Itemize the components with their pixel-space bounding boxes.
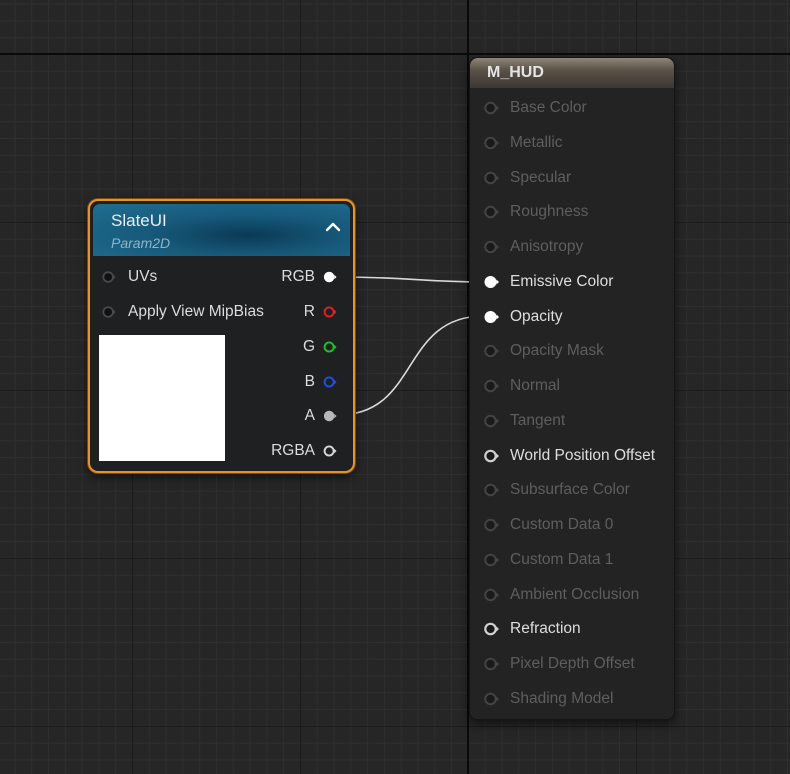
white-outline-pin-icon[interactable] (322, 444, 338, 458)
pin-label: Normal (510, 377, 560, 394)
output-pin-a[interactable]: A (230, 405, 338, 427)
m-hud-material-node[interactable]: M_HUD Base Color Metallic Specular Roughnes… (469, 57, 675, 720)
material-pin-normal[interactable]: Normal (483, 375, 668, 397)
pin-label: Shading Model (510, 689, 614, 707)
material-pin-pixel-depth-offset[interactable]: Pixel Depth Offset (483, 653, 668, 675)
material-pin-emissive-color[interactable]: Emissive Color (483, 271, 668, 293)
node-title: M_HUD (487, 64, 544, 81)
pin-label: RGB (281, 268, 315, 285)
texture-preview-thumbnail (99, 335, 225, 461)
disabled-pin-icon[interactable] (483, 413, 500, 429)
pin-label: Ambient Occlusion (510, 585, 640, 603)
connected-pin-icon[interactable] (322, 270, 338, 284)
disabled-pin-icon[interactable] (483, 656, 500, 672)
blue-pin-icon[interactable] (322, 375, 338, 389)
disabled-pin-icon[interactable] (483, 587, 500, 603)
empty-pin-icon[interactable] (483, 621, 500, 637)
connected-pin-icon[interactable] (483, 309, 500, 325)
m-hud-node-header[interactable]: M_HUD (470, 58, 674, 88)
pin-label: Refraction (510, 620, 581, 638)
pin-label: RGBA (271, 442, 315, 459)
material-pin-custom-data-1[interactable]: Custom Data 1 (483, 549, 668, 571)
pin-label: Subsurface Color (510, 481, 630, 499)
empty-pin-icon[interactable] (483, 448, 500, 464)
disabled-pin-icon[interactable] (483, 239, 500, 255)
material-pin-world-position-offset[interactable]: World Position Offset (483, 445, 668, 467)
disabled-pin-icon[interactable] (483, 378, 500, 394)
disabled-pin-icon[interactable] (483, 135, 500, 151)
empty-pin-icon[interactable] (102, 270, 116, 284)
material-pin-tangent[interactable]: Tangent (483, 410, 668, 432)
material-pin-custom-data-0[interactable]: Custom Data 0 (483, 514, 668, 536)
slate-ui-node-header[interactable]: SlateUI Param2D (93, 204, 350, 256)
pin-label: Opacity (510, 307, 563, 325)
material-pin-opacity[interactable]: Opacity (483, 306, 668, 328)
disabled-pin-icon[interactable] (483, 204, 500, 220)
empty-pin-icon[interactable] (102, 305, 116, 319)
pin-label: World Position Offset (510, 446, 656, 464)
pin-label: UVs (128, 268, 158, 285)
material-pin-roughness[interactable]: Roughness (483, 201, 668, 223)
output-pin-rgba[interactable]: RGBA (230, 440, 338, 462)
material-pin-shading-model[interactable]: Shading Model (483, 688, 668, 710)
pin-label: R (303, 303, 315, 320)
disabled-pin-icon[interactable] (483, 691, 500, 707)
material-pin-refraction[interactable]: Refraction (483, 618, 668, 640)
pin-label: Metallic (510, 133, 563, 151)
connected-pin-icon[interactable] (483, 274, 500, 290)
pin-label: Base Color (510, 99, 587, 116)
pin-label: Anisotropy (510, 238, 584, 255)
pin-label: Tangent (510, 411, 566, 429)
disabled-pin-icon[interactable] (483, 170, 500, 186)
material-pin-metallic[interactable]: Metallic (483, 132, 668, 154)
output-pin-r[interactable]: R (230, 301, 338, 323)
pin-label: Emissive Color (510, 272, 614, 290)
material-pin-ambient-occlusion[interactable]: Ambient Occlusion (483, 584, 668, 606)
output-pin-rgb[interactable]: RGB (230, 266, 338, 288)
output-pin-b[interactable]: B (230, 371, 338, 393)
disabled-pin-icon[interactable] (483, 482, 500, 498)
material-pin-subsurface-color[interactable]: Subsurface Color (483, 479, 668, 501)
wire-a-to-opacity[interactable] (337, 315, 485, 416)
node-subtitle: Param2D (111, 235, 171, 251)
wire-rgb-to-emissive[interactable] (337, 276, 485, 283)
material-pin-specular[interactable]: Specular (483, 167, 668, 189)
disabled-pin-icon[interactable] (483, 517, 500, 533)
graph-origin-axis-horizontal (0, 53, 790, 55)
material-pin-opacity-mask[interactable]: Opacity Mask (483, 340, 668, 362)
pin-label: Custom Data 1 (510, 550, 614, 568)
green-pin-icon[interactable] (322, 340, 338, 354)
pin-label: Custom Data 0 (510, 516, 614, 533)
slate-ui-node[interactable]: SlateUI Param2D UVs Apply View MipBias R… (88, 199, 355, 473)
pin-label: Pixel Depth Offset (510, 655, 635, 672)
chevron-up-icon[interactable] (324, 218, 342, 236)
connected-pin-icon[interactable] (322, 409, 338, 423)
pin-label: A (304, 407, 315, 424)
pin-label: G (302, 338, 315, 355)
material-pin-anisotropy[interactable]: Anisotropy (483, 236, 668, 258)
material-pin-base-color[interactable]: Base Color (483, 97, 668, 119)
node-title: SlateUI (111, 211, 167, 230)
pin-label: Specular (510, 168, 572, 186)
red-pin-icon[interactable] (322, 305, 338, 319)
pin-label: B (304, 373, 315, 390)
disabled-pin-icon[interactable] (483, 552, 500, 568)
pin-label: Roughness (510, 203, 589, 221)
disabled-pin-icon[interactable] (483, 100, 500, 116)
pin-label: Opacity Mask (510, 342, 604, 360)
output-pin-g[interactable]: G (230, 336, 338, 358)
disabled-pin-icon[interactable] (483, 343, 500, 359)
